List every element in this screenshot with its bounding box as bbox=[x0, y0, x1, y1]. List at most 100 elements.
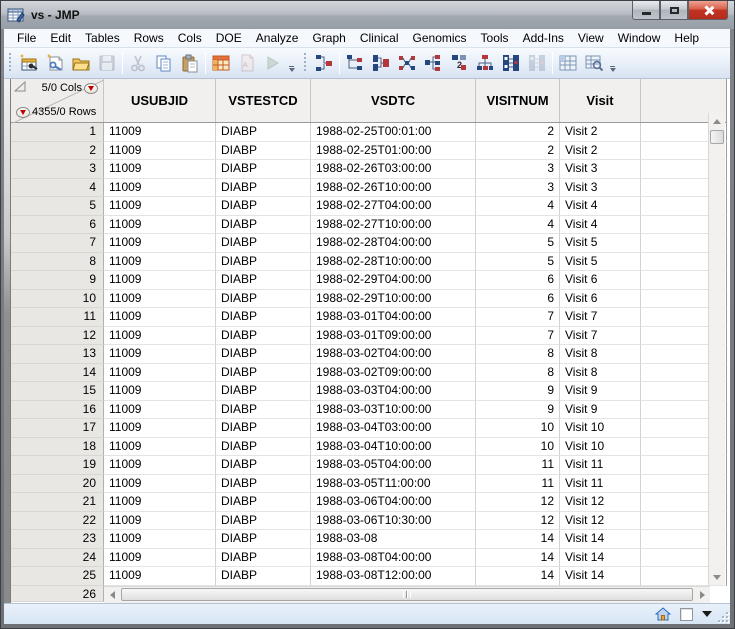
pdf-icon[interactable]: A bbox=[234, 50, 260, 76]
row-number-cell[interactable]: 11 bbox=[11, 308, 104, 327]
cell-visit[interactable]: Visit 6 bbox=[560, 290, 641, 309]
cell-vsdtc[interactable]: 1988-03-05T11:00:00 bbox=[311, 475, 476, 494]
cell-visitnum[interactable]: 9 bbox=[476, 382, 560, 401]
grid-link-disabled-icon[interactable] bbox=[524, 50, 550, 76]
cell-usubjid[interactable]: 11009 bbox=[104, 290, 216, 309]
row-number-cell[interactable]: 22 bbox=[11, 512, 104, 531]
cell-visitnum[interactable]: 3 bbox=[476, 160, 560, 179]
cell-usubjid[interactable]: 11009 bbox=[104, 142, 216, 161]
cell-visit[interactable]: Visit 11 bbox=[560, 475, 641, 494]
cell-vstestcd[interactable]: DIABP bbox=[216, 271, 311, 290]
horizontal-scrollbar[interactable] bbox=[104, 586, 710, 603]
cell-vsdtc[interactable]: 1988-03-05T04:00:00 bbox=[311, 456, 476, 475]
cell-visit[interactable]: Visit 12 bbox=[560, 493, 641, 512]
process-flow-icon[interactable] bbox=[311, 50, 337, 76]
open-icon[interactable] bbox=[68, 50, 94, 76]
cell-visit[interactable]: Visit 7 bbox=[560, 327, 641, 346]
grid-link-icon[interactable] bbox=[498, 50, 524, 76]
data-table-view-icon[interactable] bbox=[208, 50, 234, 76]
cell-usubjid[interactable]: 11009 bbox=[104, 345, 216, 364]
cell-visitnum[interactable]: 11 bbox=[476, 456, 560, 475]
cell-vstestcd[interactable]: DIABP bbox=[216, 216, 311, 235]
row-number-cell[interactable]: 10 bbox=[11, 290, 104, 309]
row-number-cell[interactable]: 17 bbox=[11, 419, 104, 438]
rows-menu-button[interactable] bbox=[16, 107, 30, 118]
cell-vstestcd[interactable]: DIABP bbox=[216, 290, 311, 309]
cell-vstestcd[interactable]: DIABP bbox=[216, 456, 311, 475]
cell-visitnum[interactable]: 9 bbox=[476, 401, 560, 420]
cell-usubjid[interactable]: 11009 bbox=[104, 530, 216, 549]
menu-item[interactable]: Clinical bbox=[353, 30, 406, 46]
maximize-button[interactable] bbox=[660, 1, 688, 20]
cell-visit[interactable]: Visit 10 bbox=[560, 438, 641, 457]
menu-item[interactable]: Edit bbox=[43, 30, 78, 46]
cell-vsdtc[interactable]: 1988-03-02T04:00:00 bbox=[311, 345, 476, 364]
network-nodes-icon[interactable] bbox=[394, 50, 420, 76]
cell-visitnum[interactable]: 14 bbox=[476, 549, 560, 568]
scroll-left-button[interactable] bbox=[104, 587, 120, 603]
row-number-cell[interactable]: 2 bbox=[11, 142, 104, 161]
column-header-visitnum[interactable]: VISITNUM bbox=[476, 79, 560, 122]
cell-visitnum[interactable]: 4 bbox=[476, 216, 560, 235]
cell-visit[interactable]: Visit 14 bbox=[560, 549, 641, 568]
scroll-right-button[interactable] bbox=[694, 587, 710, 603]
merge-nodes-icon[interactable] bbox=[368, 50, 394, 76]
cell-vstestcd[interactable]: DIABP bbox=[216, 345, 311, 364]
cell-vsdtc[interactable]: 1988-02-29T10:00:00 bbox=[311, 290, 476, 309]
row-number-cell[interactable]: 18 bbox=[11, 438, 104, 457]
cell-usubjid[interactable]: 11009 bbox=[104, 234, 216, 253]
paste-icon[interactable] bbox=[177, 50, 203, 76]
cell-usubjid[interactable]: 11009 bbox=[104, 567, 216, 586]
cell-vsdtc[interactable]: 1988-03-06T10:30:00 bbox=[311, 512, 476, 531]
cell-visit[interactable]: Visit 2 bbox=[560, 123, 641, 142]
run-script-icon[interactable] bbox=[260, 50, 286, 76]
cell-vstestcd[interactable]: DIABP bbox=[216, 142, 311, 161]
scroll-down-button[interactable] bbox=[709, 569, 725, 585]
cell-vsdtc[interactable]: 1988-03-03T10:00:00 bbox=[311, 401, 476, 420]
cell-visitnum[interactable]: 5 bbox=[476, 253, 560, 272]
cell-visitnum[interactable]: 5 bbox=[476, 234, 560, 253]
menu-item[interactable]: Tools bbox=[474, 30, 516, 46]
cell-vsdtc[interactable]: 1988-02-28T04:00:00 bbox=[311, 234, 476, 253]
cell-visit[interactable]: Visit 5 bbox=[560, 234, 641, 253]
vertical-scrollbar[interactable] bbox=[708, 113, 725, 585]
cell-vstestcd[interactable]: DIABP bbox=[216, 308, 311, 327]
cell-visitnum[interactable]: 12 bbox=[476, 512, 560, 531]
row-number-cell[interactable]: 6 bbox=[11, 216, 104, 235]
cell-usubjid[interactable]: 11009 bbox=[104, 308, 216, 327]
menu-item[interactable]: File bbox=[10, 30, 43, 46]
cell-vsdtc[interactable]: 1988-03-06T04:00:00 bbox=[311, 493, 476, 512]
row-number-cell[interactable]: 23 bbox=[11, 530, 104, 549]
vertical-scrollbar-thumb[interactable] bbox=[710, 130, 724, 144]
row-number-cell[interactable]: 24 bbox=[11, 549, 104, 568]
cell-vstestcd[interactable]: DIABP bbox=[216, 364, 311, 383]
cell-visitnum[interactable]: 10 bbox=[476, 419, 560, 438]
resize-grip[interactable] bbox=[715, 609, 728, 622]
cell-visitnum[interactable]: 14 bbox=[476, 530, 560, 549]
menu-item[interactable]: Genomics bbox=[406, 30, 474, 46]
cell-vstestcd[interactable]: DIABP bbox=[216, 567, 311, 586]
scroll-up-button[interactable] bbox=[709, 113, 725, 129]
close-button[interactable] bbox=[688, 1, 728, 20]
cell-visitnum[interactable]: 7 bbox=[476, 308, 560, 327]
cell-visitnum[interactable]: 2 bbox=[476, 142, 560, 161]
cell-visit[interactable]: Visit 14 bbox=[560, 530, 641, 549]
cell-usubjid[interactable]: 11009 bbox=[104, 216, 216, 235]
cell-usubjid[interactable]: 11009 bbox=[104, 160, 216, 179]
menu-item[interactable]: DOE bbox=[209, 30, 249, 46]
cell-usubjid[interactable]: 11009 bbox=[104, 549, 216, 568]
cell-visit[interactable]: Visit 9 bbox=[560, 382, 641, 401]
cell-visit[interactable]: Visit 9 bbox=[560, 401, 641, 420]
cell-usubjid[interactable]: 11009 bbox=[104, 271, 216, 290]
title-bar[interactable]: vs - JMP bbox=[1, 1, 735, 29]
cell-visitnum[interactable]: 14 bbox=[476, 567, 560, 586]
cell-visit[interactable]: Visit 8 bbox=[560, 345, 641, 364]
cell-visitnum[interactable]: 4 bbox=[476, 197, 560, 216]
menu-item[interactable]: Rows bbox=[127, 30, 171, 46]
flow-chart-icon[interactable] bbox=[472, 50, 498, 76]
cell-visitnum[interactable]: 10 bbox=[476, 438, 560, 457]
table-grid-icon[interactable] bbox=[555, 50, 581, 76]
cell-usubjid[interactable]: 11009 bbox=[104, 197, 216, 216]
cell-visit[interactable]: Visit 11 bbox=[560, 456, 641, 475]
row-number-cell[interactable]: 19 bbox=[11, 456, 104, 475]
